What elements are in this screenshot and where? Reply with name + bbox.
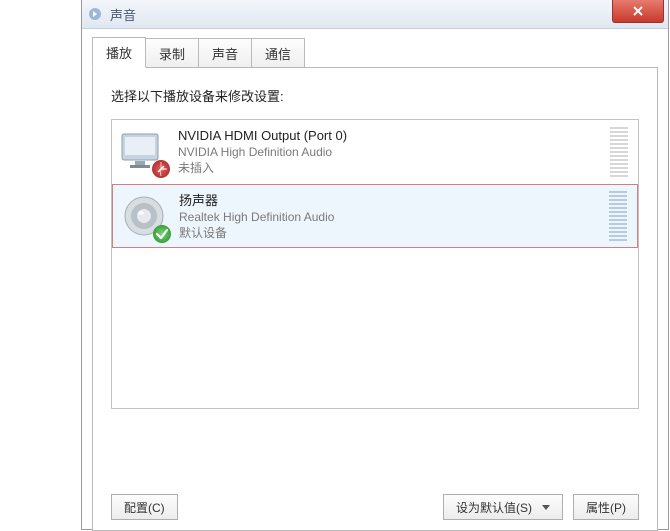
level-meter	[609, 191, 627, 241]
tab-playback[interactable]: 播放	[92, 37, 146, 68]
sound-dialog: 声音 播放 录制 声音 通信 选择以下播放设备来修改设置:	[81, 0, 669, 530]
device-text: 扬声器 Realtek High Definition Audio 默认设备	[179, 191, 609, 241]
set-default-label: 设为默认值(S)	[456, 499, 532, 516]
set-default-button[interactable]: 设为默认值(S)	[443, 494, 563, 520]
device-status: 未插入	[178, 160, 610, 176]
button-row: 配置(C) 设为默认值(S) 属性(P)	[111, 494, 639, 520]
level-meter	[610, 127, 628, 177]
titlebar[interactable]: 声音	[82, 0, 668, 29]
device-item[interactable]: NVIDIA HDMI Output (Port 0) NVIDIA High …	[112, 120, 638, 184]
tab-strip: 播放 录制 声音 通信	[92, 37, 658, 68]
device-name: NVIDIA HDMI Output (Port 0)	[178, 128, 610, 144]
window-title: 声音	[110, 5, 136, 24]
client-area: 播放 录制 声音 通信 选择以下播放设备来修改设置:	[82, 29, 668, 530]
configure-button[interactable]: 配置(C)	[111, 494, 178, 520]
close-button[interactable]	[612, 0, 664, 23]
device-status: 默认设备	[179, 225, 609, 241]
tab-communications[interactable]: 通信	[251, 38, 305, 68]
device-driver: NVIDIA High Definition Audio	[178, 144, 610, 160]
monitor-icon	[118, 126, 168, 176]
chevron-down-icon	[542, 505, 550, 510]
device-item[interactable]: 扬声器 Realtek High Definition Audio 默认设备	[112, 184, 638, 248]
properties-button[interactable]: 属性(P)	[573, 494, 639, 520]
tab-recording[interactable]: 录制	[145, 38, 199, 68]
device-text: NVIDIA HDMI Output (Port 0) NVIDIA High …	[178, 126, 610, 176]
close-icon	[632, 5, 644, 17]
default-badge-icon	[153, 225, 171, 243]
device-name: 扬声器	[179, 193, 609, 209]
device-list[interactable]: NVIDIA HDMI Output (Port 0) NVIDIA High …	[111, 119, 639, 409]
tab-panel: 选择以下播放设备来修改设置:	[92, 67, 658, 531]
instruction-text: 选择以下播放设备来修改设置:	[111, 86, 639, 105]
app-icon	[86, 5, 104, 23]
tab-sounds[interactable]: 声音	[198, 38, 252, 68]
unplugged-badge-icon	[152, 160, 170, 178]
speaker-icon	[119, 191, 169, 241]
device-driver: Realtek High Definition Audio	[179, 209, 609, 225]
